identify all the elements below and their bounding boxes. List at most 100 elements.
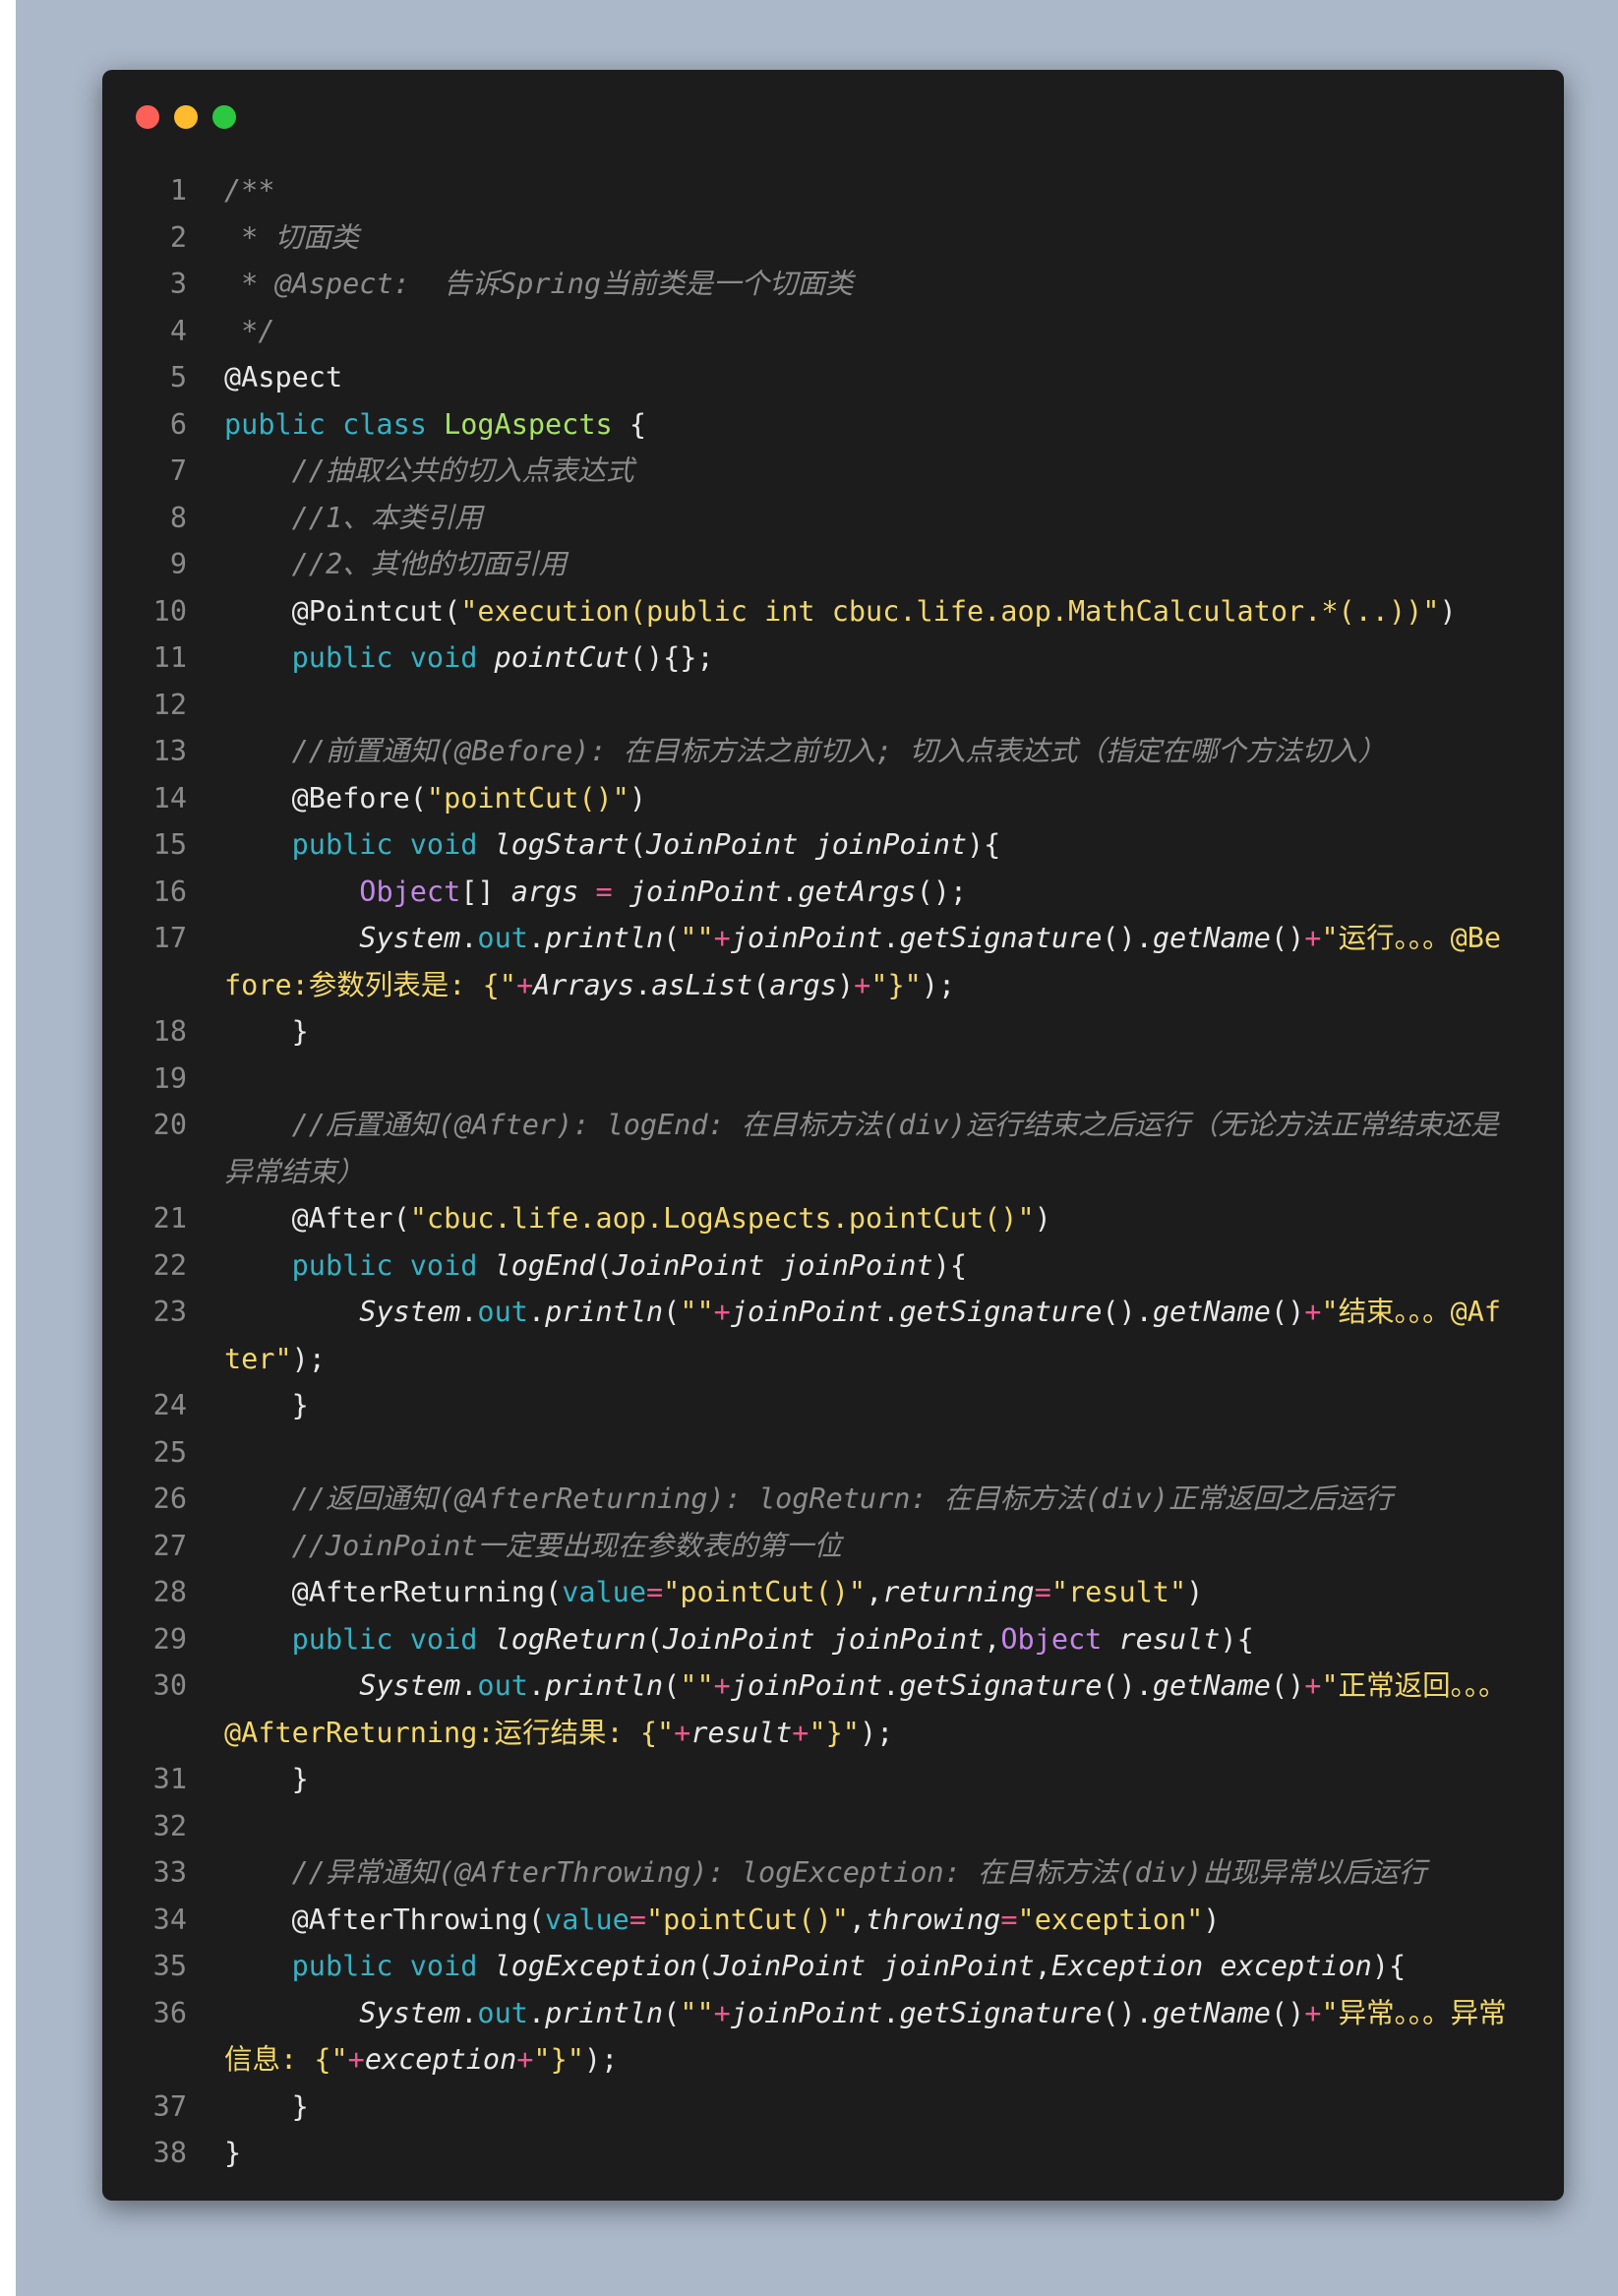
code-line: 5 @Aspect [130,354,1540,401]
code-token: Exception exception [1050,1950,1372,1982]
code-token: = [1000,1903,1018,1936]
code-token: "exception" [1017,1903,1204,1936]
code-token: , [848,1903,867,1936]
code-line: 26 //返回通知(@AfterReturning): logReturn: 在… [130,1476,1540,1523]
code-token: ( [663,922,681,954]
code-token: . [460,1296,478,1328]
code-token: + [347,2043,365,2076]
code-token: = [1034,1576,1051,1608]
code-token: value [545,1903,629,1936]
line-number: 13 [152,735,187,767]
minimize-button-icon[interactable] [174,105,198,129]
code-line: 19 [130,1056,1540,1103]
code-token: //JoinPoint一定要出现在参数表的第一位 [224,1529,842,1562]
code-token: ); [859,1716,894,1749]
code-token: . [634,968,652,1001]
code-token: result [690,1716,793,1749]
code-token: joinPoint [730,1996,883,2029]
code-line: 15 public void logStart(JoinPoint joinPo… [130,821,1540,869]
code-line: 14 @Before("pointCut()") [130,775,1540,822]
line-number: 30 [152,1669,187,1702]
code-token: out [477,1296,528,1328]
code-token: . [882,1669,900,1702]
code-token: //1、本类引用 [224,501,483,534]
code-token: "result" [1050,1576,1187,1608]
code-token: @Aspect [224,361,343,393]
code-token: println [545,1669,664,1702]
code-token: getName [1152,1296,1271,1328]
code-token: ); [921,968,956,1001]
close-button-icon[interactable] [136,105,159,129]
code-token: out [477,1996,528,2029]
line-number: 1 [169,174,187,207]
code-token: joinPoint [730,1669,883,1702]
code-token: getArgs [798,875,917,908]
line-number: 25 [152,1435,187,1469]
code-line: 31 } [130,1756,1540,1803]
line-number: 7 [169,454,187,487]
code-token: (); [916,875,968,908]
code-token: ) [837,968,855,1001]
code-token: ) [1034,1202,1051,1235]
code-token: public void [224,1950,495,1982]
code-token: + [713,1996,731,2029]
code-token: JoinPoint joinPoint [663,1622,985,1656]
code-token: public class [224,407,445,441]
code-token: } [224,2137,242,2169]
code-token: (). [1102,922,1153,954]
code-token: . [460,1996,478,2029]
line-number: 20 [152,1109,187,1141]
zoom-button-icon[interactable] [212,105,236,129]
line-number: 21 [152,1202,187,1235]
code-token: args [769,968,837,1001]
code-token: //后置通知(@After): logEnd: 在目标方法(div)运行结束之后… [224,1109,1499,1188]
code-token: joinPoint [730,922,883,954]
line-number: 24 [152,1389,187,1421]
code-token: + [713,1296,731,1328]
code-token: . [781,875,799,908]
line-number: 9 [169,548,187,580]
page-background: 1/** 2 * 切面类 3 * @Aspect: 告诉Spring当前类是一个切面… [16,0,1618,2296]
code-token: "}" [809,1716,860,1749]
code-token: ( [595,1248,613,1282]
code-line: 6 public class LogAspects { [130,401,1540,449]
code-token: result [1102,1622,1221,1656]
code-token: "" [680,1669,714,1702]
code-line: 9 //2、其他的切面引用 [130,541,1540,588]
code-block: 1/** 2 * 切面类 3 * @Aspect: 告诉Spring当前类是一个切面… [130,167,1540,2177]
code-token: * 切面类 [224,220,359,254]
code-token: (). [1102,1296,1153,1328]
code-token: args [510,875,579,908]
line-number: 32 [152,1809,187,1843]
code-line: 4 */ [130,308,1540,355]
line-number: 34 [152,1903,187,1936]
code-token: exception [364,2043,517,2076]
code-token: getName [1152,1996,1271,2029]
code-token: @After( [224,1202,410,1235]
code-token: + [1304,1669,1322,1702]
code-token: println [545,1296,664,1328]
code-line: 38} [130,2130,1540,2177]
code-token: getName [1152,922,1271,954]
code-token: ( [629,828,646,861]
code-token: Object [224,875,461,908]
code-token: + [713,1669,731,1702]
code-token: . [882,922,900,954]
code-token: //返回通知(@AfterReturning): logReturn: 在目标方… [224,1482,1394,1515]
code-token: //异常通知(@AfterThrowing): logException: 在目… [224,1856,1427,1889]
code-token: ); [583,2043,619,2076]
code-token: asList [651,968,753,1001]
code-line: 29 public void logReturn(JoinPoint joinP… [130,1616,1540,1663]
code-token: () [1270,922,1305,954]
code-token: * @Aspect: 告诉Spring当前类是一个切面类 [224,268,854,300]
code-window: 1/** 2 * 切面类 3 * @Aspect: 告诉Spring当前类是一个切面… [102,70,1564,2201]
line-number: 15 [152,828,187,861]
line-number: 35 [152,1950,187,1982]
code-token: returning [882,1576,1035,1608]
code-token: () [1270,1996,1305,2029]
code-line: 35 public void logException(JoinPoint jo… [130,1943,1540,1990]
code-line: 21 @After("cbuc.life.aop.LogAspects.poin… [130,1195,1540,1242]
code-token: throwing [866,1903,1001,1936]
line-number: 27 [152,1529,187,1562]
code-token: @Pointcut( [224,594,461,628]
